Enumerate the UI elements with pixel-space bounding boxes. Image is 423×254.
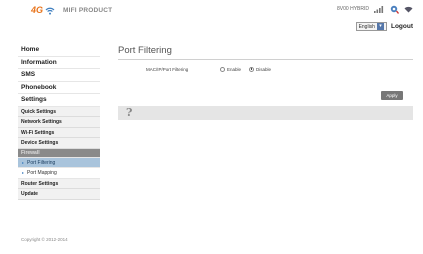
bullet-icon: ▸ xyxy=(22,170,25,175)
product-name: MIFI PRODUCT xyxy=(63,6,113,14)
enable-radio-group[interactable]: Enable xyxy=(220,66,242,72)
sidebar-item-device-settings[interactable]: Device Settings xyxy=(18,138,100,149)
header: 4G MIFI PRODUCT 8V00 HYBRID English ▾ Lo… xyxy=(0,0,423,44)
wifi-logo-icon xyxy=(45,7,55,15)
sidebar-item-label: Port Mapping xyxy=(27,170,57,176)
sidebar-item-router-settings[interactable]: Router Settings xyxy=(18,178,100,189)
signal-strength-icon xyxy=(374,6,384,13)
enable-radio-label: Enable xyxy=(227,66,242,72)
network-status-text: 8V00 HYBRID xyxy=(337,6,369,12)
sidebar-item-port-mapping[interactable]: ▸ Port Mapping xyxy=(18,168,100,179)
logo: 4G MIFI PRODUCT xyxy=(31,5,112,15)
disable-radio[interactable] xyxy=(249,66,255,72)
sidebar-item-sms[interactable]: SMS xyxy=(18,69,100,82)
sidebar-item-information[interactable]: Information xyxy=(18,57,100,69)
main-content: Port Filtering MAC/IP/Port Filtering Ena… xyxy=(118,44,413,120)
disable-radio-group[interactable]: Disable xyxy=(249,66,272,72)
apply-button[interactable]: Apply xyxy=(381,91,403,100)
help-icon[interactable]: ? xyxy=(126,106,132,120)
sidebar-item-phonebook[interactable]: Phonebook xyxy=(18,82,100,94)
sidebar-item-port-filtering[interactable]: ▸ Port Filtering xyxy=(18,157,100,168)
wifi-status-icon xyxy=(404,6,413,13)
gear-icon[interactable] xyxy=(389,4,399,14)
page-title: Port Filtering xyxy=(118,44,413,60)
enable-radio[interactable] xyxy=(220,66,225,72)
sidebar-item-update[interactable]: Update xyxy=(18,189,100,200)
sidebar-item-wifi-settings[interactable]: Wi-Fi Settings xyxy=(18,127,100,138)
filtering-option-row: MAC/IP/Port Filtering Enable Disable xyxy=(118,64,413,74)
sidebar-item-firewall[interactable]: Firewall xyxy=(18,148,100,158)
sidebar-item-network-settings[interactable]: Network Settings xyxy=(18,117,100,128)
disable-radio-label: Disable xyxy=(256,66,272,72)
status-bar: 8V00 HYBRID xyxy=(337,4,413,14)
bullet-icon: ▸ xyxy=(22,159,25,165)
filtering-option-label: MAC/IP/Port Filtering xyxy=(146,66,189,72)
language-select-value: English xyxy=(358,23,375,30)
logo-4g-text: 4G xyxy=(31,5,44,15)
sidebar-item-quick-settings[interactable]: Quick Settings xyxy=(18,106,100,117)
sidebar-item-home[interactable]: Home xyxy=(18,44,100,57)
language-select[interactable]: English ▾ xyxy=(355,22,387,31)
sidebar-item-label: Port Filtering xyxy=(27,159,56,166)
logout-link[interactable]: Logout xyxy=(391,23,413,30)
sidebar: Home Information SMS Phonebook Settings … xyxy=(18,44,100,200)
chevron-down-icon: ▾ xyxy=(376,23,384,30)
help-bar: ? xyxy=(118,106,413,120)
sidebar-item-settings[interactable]: Settings xyxy=(18,94,100,107)
language-row: English ▾ Logout xyxy=(355,22,413,31)
copyright-text: Copyright © 2012-2014 xyxy=(21,237,68,242)
